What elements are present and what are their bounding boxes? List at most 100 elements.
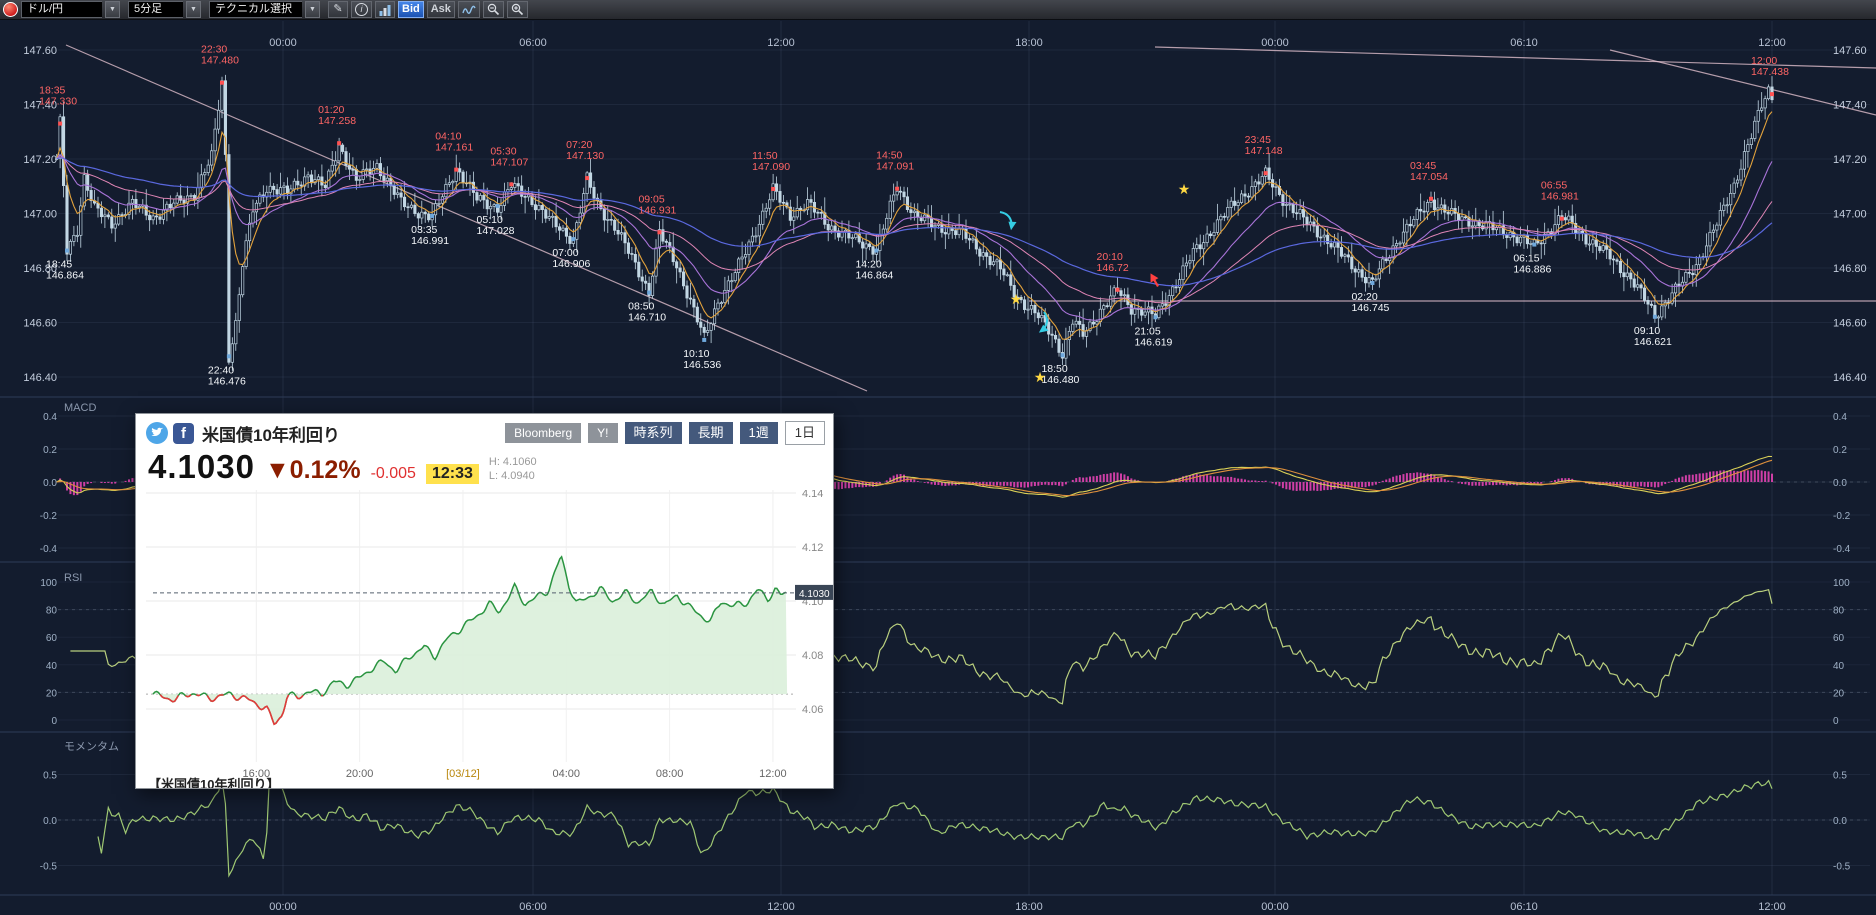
macd-axis-label-right: -0.2 [1833,511,1851,522]
popup-price-row: 4.1030 ▼0.12% -0.005 12:33 H: 4.1060 L: … [136,448,833,490]
yield-quote-time: 12:33 [426,464,479,484]
timeframe-dropdown-button[interactable]: ▼ [186,1,201,18]
popup-tab-5[interactable]: 1週 [740,422,778,444]
price-annotation: 14:20146.864 [855,259,893,282]
star-marker: ★ [1178,181,1191,197]
time-axis-label-top: 18:00 [1015,37,1043,49]
draw-pencil-button[interactable]: ✎ [328,1,348,18]
star-marker: ★ [1010,291,1023,307]
wave-chart-button[interactable] [458,1,480,18]
price-annotation: 04:10147.161 [435,131,473,154]
momentum-axis-label-left: 0.5 [43,771,57,782]
yield-high: H: 4.1060 [489,456,537,468]
price-axis-label-left: 147.20 [23,154,57,166]
toolbar: ドル/円 ▼ 5分足 ▼ テクニカル選択 ▼ ✎ i Bid Ask [0,0,1876,20]
rsi-panel-label: RSI [64,572,82,584]
price-annotation: 07:20147.130 [566,139,604,162]
popup-tab-1[interactable]: Bloomberg [505,423,581,443]
popup-header: f 米国債10年利回り BloombergY!時系列長期1週1日 [136,414,833,448]
price-annotation: 01:20147.258 [318,104,356,127]
treasury-popup: f 米国債10年利回り BloombergY!時系列長期1週1日 4.1030 … [135,413,834,789]
pair-dropdown-button[interactable]: ▼ [105,1,120,18]
technical-dropdown-button[interactable]: ▼ [305,1,320,18]
time-axis-label-bottom: 12:00 [767,901,795,913]
popup-tab-3[interactable]: 時系列 [625,422,682,444]
yield-y-axis-label: 4.06 [802,704,823,716]
zoom-out-button[interactable] [483,1,504,18]
price-axis-label-right: 146.60 [1833,318,1867,330]
price-annotation: 07:00146.906 [552,247,590,270]
time-axis-label-bottom: 18:00 [1015,901,1043,913]
price-axis-label-left: 147.00 [23,209,57,221]
price-annotation: 22:30147.480 [201,44,239,67]
price-annotation: 02:20146.745 [1351,291,1389,314]
popup-tab-2[interactable]: Y! [588,423,617,443]
time-axis-label-bottom: 06:10 [1510,901,1538,913]
rsi-axis-label-left: 60 [46,633,58,644]
yield-x-axis-label: 08:00 [656,768,684,780]
macd-axis-label-left: 0.4 [43,412,57,423]
time-axis-label-top: 12:00 [767,37,795,49]
macd-axis-label-right: -0.4 [1833,544,1851,555]
price-annotation: 22:40146.476 [208,364,246,387]
momentum-axis-label-right: -0.5 [1833,862,1851,873]
yield-change: -0.005 [371,465,416,483]
price-axis-label-right: 146.40 [1833,372,1867,384]
popup-tab-6[interactable]: 1日 [785,421,825,445]
momentum-axis-label-left: 0.0 [43,816,57,827]
rsi-axis-label-right: 20 [1833,688,1845,699]
rsi-axis-label-left: 80 [46,606,58,617]
price-annotation: 09:05146.931 [638,193,676,216]
macd-axis-label-left: -0.2 [40,511,58,522]
facebook-share-icon[interactable]: f [173,423,194,444]
signal-arrow-marker [1147,271,1162,288]
bar-chart-icon [379,4,391,16]
timeframe-select[interactable]: 5分足 [128,1,183,18]
yield-chart[interactable]: 4.144.124.104.084.0616:0020:00[03/12]04:… [136,490,834,789]
popup-tab-4[interactable]: 長期 [689,422,733,444]
price-annotation: 20:10146.72 [1097,251,1129,274]
rsi-axis-label-right: 40 [1833,661,1845,672]
info-button[interactable]: i [351,1,372,18]
price-annotation: 03:45147.054 [1410,160,1448,183]
price-axis-label-left: 146.40 [23,372,57,384]
bar-chart-button[interactable] [375,1,395,18]
price-annotation: 14:50147.091 [876,150,914,173]
price-annotation: 06:15146.886 [1513,253,1551,276]
bid-button[interactable]: Bid [398,1,424,18]
pair-select[interactable]: ドル/円 [21,1,102,18]
momentum-panel-label: モメンタム [64,740,119,753]
macd-axis-label-right: 0.0 [1833,478,1847,489]
yield-low: L: 4.0940 [489,470,535,482]
price-annotation: 10:10146.536 [683,348,721,371]
macd-panel-label: MACD [64,402,96,414]
time-axis-label-top: 00:00 [1261,37,1289,49]
technical-select[interactable]: テクニカル選択 [209,1,302,18]
price-axis-label-left: 146.60 [23,318,57,330]
popup-footer-text: 【米国債10年利回り】 [148,774,279,789]
ask-button[interactable]: Ask [427,1,455,18]
momentum-axis-label-right: 0.0 [1833,816,1847,827]
zoom-out-icon [487,3,500,16]
price-annotation: 06:55146.981 [1541,180,1579,203]
yield-x-axis-label: 12:00 [759,768,787,780]
time-axis-label-top: 00:00 [269,37,297,49]
yield-x-axis-label: 04:00 [553,768,581,780]
star-marker: ★ [1034,369,1047,385]
zoom-in-icon [511,3,524,16]
price-annotation: 18:45146.864 [46,259,84,282]
time-axis-label-bottom: 00:00 [269,901,297,913]
yield-current-price-chip: 4.1030 [799,589,830,600]
rsi-axis-label-right: 60 [1833,633,1845,644]
price-annotation: 05:30147.107 [490,145,528,168]
price-axis-label-right: 147.00 [1833,209,1867,221]
yield-x-axis-label: 20:00 [346,768,374,780]
yield-change-percent: ▼0.12% [265,456,361,485]
zoom-in-button[interactable] [507,1,528,18]
price-annotation: 23:45147.148 [1245,134,1283,157]
twitter-share-icon[interactable] [146,422,168,444]
yield-last-price: 4.1030 [148,448,255,486]
price-axis-label-left: 147.60 [23,45,57,57]
macd-axis-label-right: 0.2 [1833,445,1847,456]
price-annotation: 03:35146.991 [411,224,449,247]
